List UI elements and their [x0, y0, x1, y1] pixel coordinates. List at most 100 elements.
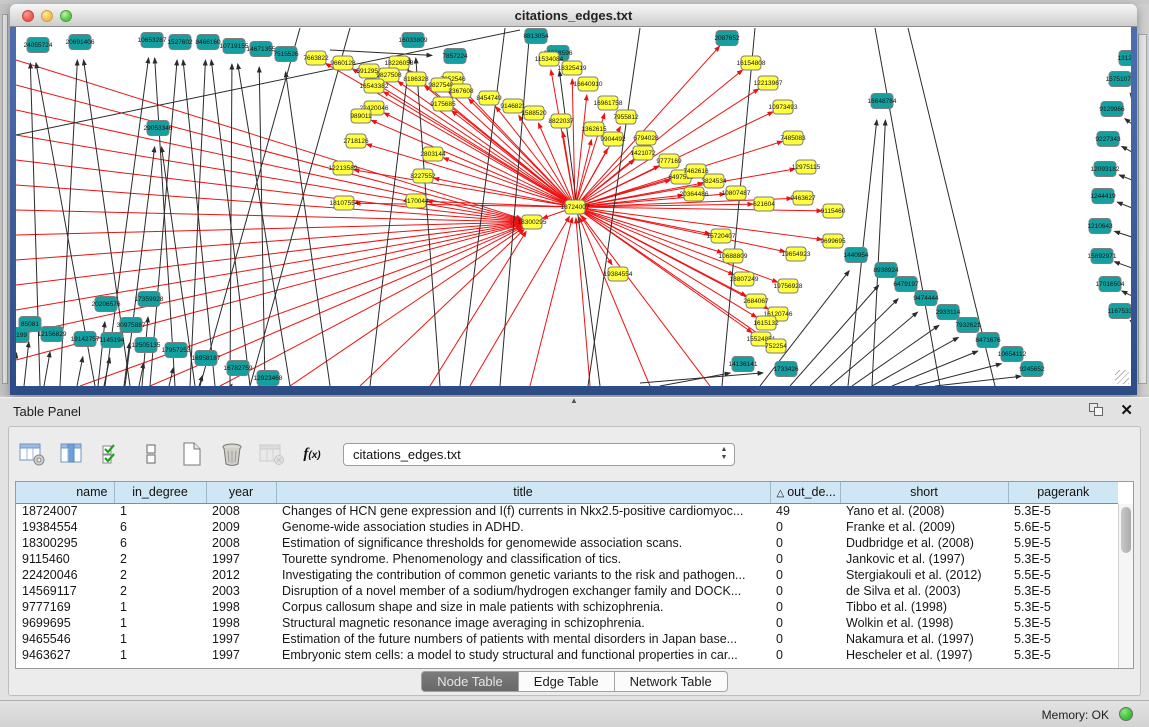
- citation-edge-black[interactable]: [810, 299, 898, 386]
- citation-edge-black[interactable]: [16, 353, 17, 386]
- column-header-pagerank[interactable]: pagerank: [1008, 482, 1118, 503]
- network-node[interactable]: 12156829: [38, 327, 67, 342]
- network-node[interactable]: 9227343: [1095, 132, 1121, 147]
- network-node[interactable]: 17957253: [162, 343, 191, 358]
- network-node[interactable]: 1167533: [1108, 304, 1131, 319]
- network-node[interactable]: 12093182: [1091, 162, 1120, 177]
- network-node[interactable]: 752254: [765, 339, 787, 353]
- network-node[interactable]: 19756928: [774, 279, 803, 293]
- network-node[interactable]: 4170044: [403, 194, 429, 208]
- network-node[interactable]: 8466160: [195, 35, 221, 50]
- table-row[interactable]: 946362711997Embryonic stem cells: a mode…: [16, 647, 1118, 663]
- citation-edge-black[interactable]: [722, 28, 755, 386]
- citation-edge-black[interactable]: [1114, 262, 1131, 268]
- network-node[interactable]: 1615132: [753, 316, 779, 330]
- citation-edge-black[interactable]: [286, 72, 330, 386]
- network-node[interactable]: 7485083: [780, 131, 806, 145]
- network-node[interactable]: 3824534: [701, 174, 727, 188]
- network-node[interactable]: 8186328: [403, 72, 429, 86]
- network-node[interactable]: 15692971: [1088, 249, 1117, 264]
- network-node[interactable]: 17016504: [1096, 277, 1125, 292]
- network-node[interactable]: 16033809: [399, 33, 428, 48]
- network-node[interactable]: 9699695: [820, 234, 846, 248]
- citation-edge-black[interactable]: [875, 28, 940, 386]
- table-row[interactable]: 946554611997Estimation of the future num…: [16, 631, 1118, 647]
- table-mode-icon[interactable]: [17, 439, 47, 469]
- network-node[interactable]: 10654112: [998, 347, 1027, 362]
- citation-edge-black[interactable]: [872, 120, 885, 386]
- network-node[interactable]: 19142757: [71, 332, 100, 347]
- citation-edge-red[interactable]: [530, 218, 572, 386]
- network-node[interactable]: 20691406: [66, 35, 95, 50]
- citation-edge-black[interactable]: [660, 373, 730, 386]
- network-node[interactable]: 2367608: [448, 84, 474, 98]
- network-node[interactable]: 20206576: [92, 297, 121, 312]
- table-select[interactable]: citations_edges.txt ▲▼: [343, 443, 735, 466]
- citation-edge-red[interactable]: [16, 224, 521, 310]
- function-builder-icon[interactable]: f(x): [297, 439, 327, 469]
- network-node[interactable]: 7932621: [955, 318, 981, 333]
- citation-edge-black[interactable]: [44, 352, 50, 386]
- table-row[interactable]: 2242004622012Investigating the contribut…: [16, 567, 1118, 583]
- citation-edge-black[interactable]: [1114, 231, 1131, 237]
- network-node[interactable]: 9463627: [790, 191, 816, 205]
- close-panel-icon[interactable]: ✕: [1120, 401, 1133, 419]
- network-node[interactable]: 6479197: [893, 277, 919, 292]
- select-all-rows-icon[interactable]: [97, 439, 127, 469]
- network-node[interactable]: 7515526: [273, 47, 299, 62]
- network-node[interactable]: 15751074: [1106, 72, 1131, 87]
- network-node[interactable]: 1588520: [521, 106, 547, 120]
- table-row[interactable]: 1872400712008Changes of HCN gene express…: [16, 503, 1118, 519]
- network-node[interactable]: 1733426: [773, 362, 799, 377]
- citation-edge-red[interactable]: [582, 216, 710, 386]
- citation-edge-black[interactable]: [1122, 291, 1131, 296]
- citation-edge-black[interactable]: [915, 364, 1001, 386]
- network-node[interactable]: 1244419: [1090, 189, 1116, 204]
- citation-edge-red[interactable]: [16, 135, 521, 220]
- network-node[interactable]: 2087652: [714, 31, 740, 46]
- citation-edge-black[interactable]: [330, 50, 432, 55]
- column-header-year[interactable]: year: [206, 482, 276, 503]
- network-node[interactable]: 9129966: [1099, 102, 1125, 117]
- network-node[interactable]: 18807249: [730, 272, 759, 286]
- network-node[interactable]: 10973493: [769, 100, 798, 114]
- column-header-out_de[interactable]: △out_de...: [770, 482, 840, 503]
- network-node[interactable]: 1527602: [167, 35, 193, 50]
- column-visibility-icon[interactable]: [57, 439, 87, 469]
- network-node[interactable]: 7663822: [303, 51, 329, 65]
- citation-edge-black[interactable]: [98, 322, 105, 386]
- table-row[interactable]: 1830029562008Estimation of significance …: [16, 535, 1118, 551]
- panel-resize-handle[interactable]: ▲: [568, 398, 580, 405]
- network-node[interactable]: 19384554: [604, 267, 633, 281]
- network-node[interactable]: 9777169: [656, 154, 682, 168]
- citation-edge-black[interactable]: [1130, 320, 1131, 322]
- network-node[interactable]: 14671355: [247, 42, 276, 57]
- network-node[interactable]: 9115460: [821, 204, 846, 218]
- column-header-short[interactable]: short: [840, 482, 1008, 503]
- citation-edge-black[interactable]: [500, 28, 530, 386]
- citation-edge-black[interactable]: [169, 368, 173, 386]
- network-node[interactable]: 18107554: [330, 196, 359, 210]
- create-column-icon[interactable]: [177, 439, 207, 469]
- network-node[interactable]: 9660128: [330, 56, 356, 70]
- network-node[interactable]: 6794028: [633, 131, 659, 145]
- network-node[interactable]: 10807487: [722, 186, 751, 200]
- float-panel-icon[interactable]: [1089, 403, 1105, 417]
- citation-edge-black[interactable]: [200, 28, 300, 386]
- network-node[interactable]: 989011: [350, 109, 372, 123]
- network-node[interactable]: 9175685: [430, 97, 456, 111]
- network-node[interactable]: 8471676: [975, 333, 1001, 348]
- window-resize-grip[interactable]: [1115, 370, 1129, 384]
- network-node[interactable]: 8822037: [548, 114, 574, 128]
- table-row[interactable]: 1938455462009Genome-wide association stu…: [16, 519, 1118, 535]
- tab-node-table[interactable]: Node Table: [421, 671, 519, 692]
- network-node[interactable]: 12213967: [754, 76, 783, 90]
- network-node[interactable]: 14136141: [729, 357, 758, 372]
- network-node[interactable]: 18325419: [558, 61, 587, 75]
- network-node[interactable]: 8454749: [476, 91, 502, 105]
- memory-status-dot[interactable]: [1119, 707, 1133, 721]
- citation-edge-black[interactable]: [872, 337, 958, 386]
- tab-network-table[interactable]: Network Table: [615, 671, 728, 692]
- table-row[interactable]: 969969511998Structural magnetic resonanc…: [16, 615, 1118, 631]
- network-node[interactable]: 621604: [753, 197, 775, 211]
